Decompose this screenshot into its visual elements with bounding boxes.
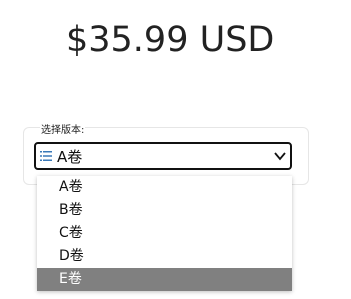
option-d[interactable]: D卷 — [37, 245, 292, 268]
chevron-down-icon — [274, 152, 286, 161]
option-a[interactable]: A卷 — [37, 176, 292, 199]
version-select-value: A卷 — [57, 148, 83, 166]
price-text: $35.99 USD — [66, 20, 275, 60]
version-dropdown-list: A卷 B卷 C卷 D卷 E卷 — [37, 176, 292, 291]
option-c[interactable]: C卷 — [37, 222, 292, 245]
option-b[interactable]: B卷 — [37, 199, 292, 222]
option-e[interactable]: E卷 — [37, 268, 292, 291]
list-icon — [40, 151, 52, 161]
version-select[interactable]: A卷 — [34, 142, 292, 170]
product-page: $35.99 USD 选择版本: A卷 A卷 B卷 C卷 D卷 E卷 — [0, 0, 351, 299]
version-picker-label: 选择版本: — [40, 124, 86, 138]
